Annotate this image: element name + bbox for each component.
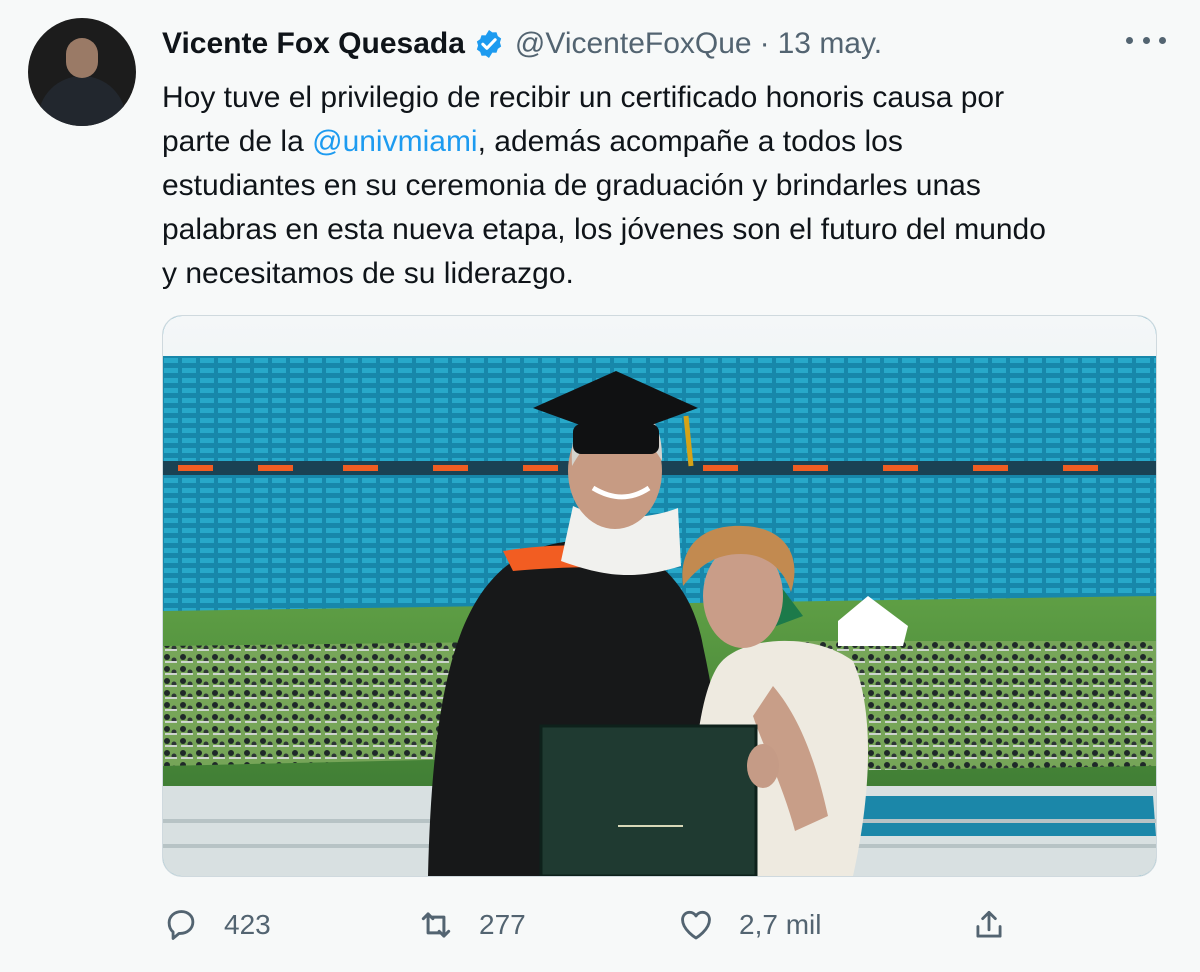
like-button[interactable]: 2,7 mil: [677, 900, 821, 950]
tweet-header: Vicente Fox Quesada @VicenteFoxQue · 13 …: [162, 22, 882, 66]
retweet-count: 277: [479, 909, 526, 940]
stadium-graduation-photo: [163, 316, 1156, 876]
separator-dot: ·: [759, 27, 770, 60]
tweet-photo[interactable]: [162, 315, 1157, 877]
author-name[interactable]: Vicente Fox Quesada: [162, 27, 465, 61]
author-handle[interactable]: @VicenteFoxQue: [515, 27, 752, 61]
verified-badge-icon: [476, 30, 502, 58]
avatar-body: [38, 76, 126, 126]
tweet-date[interactable]: 13 may.: [778, 27, 883, 61]
more-dot: [1142, 36, 1150, 44]
mention-link[interactable]: @univmiami: [312, 125, 477, 158]
tweet-text: Hoy tuve el privilegio de recibir un cer…: [162, 76, 1162, 296]
more-dot: [1159, 36, 1166, 44]
share-icon: [976, 910, 1002, 938]
retweet-icon: [421, 912, 451, 938]
share-button[interactable]: [970, 900, 1032, 950]
heart-icon: [681, 910, 711, 940]
reply-button[interactable]: 423: [162, 900, 271, 950]
author-avatar[interactable]: [28, 18, 136, 126]
retweet-button[interactable]: 277: [417, 900, 526, 950]
tweet-card[interactable]: Vicente Fox Quesada @VicenteFoxQue · 13 …: [0, 0, 1200, 972]
more-options-icon[interactable]: [1126, 30, 1166, 50]
tweet-actions: 423 277 2,7 mil: [162, 900, 1022, 950]
reply-icon: [167, 910, 195, 940]
reply-count: 423: [224, 909, 271, 940]
more-dot: [1126, 36, 1133, 44]
like-count: 2,7 mil: [739, 909, 822, 940]
avatar-head: [66, 38, 98, 78]
